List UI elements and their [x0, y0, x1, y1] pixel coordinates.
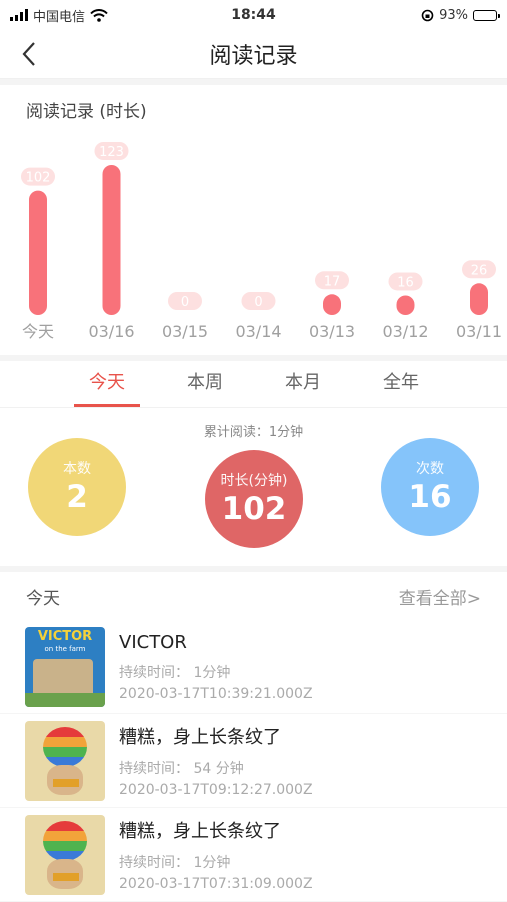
- books-value: 2: [66, 479, 88, 515]
- reading-timestamp: 2020-03-17T09:12:27.000Z: [119, 782, 313, 798]
- sessions-value: 16: [408, 479, 452, 515]
- x-tick-label: 03/16: [88, 322, 134, 341]
- x-tick-label: 03/15: [162, 322, 208, 341]
- reading-chart-card: 阅读记录 (时长) 102 今天 123 03/16 0 03/15 0 03/14 17 03/…: [0, 85, 507, 355]
- chevron-left-icon: [22, 42, 35, 66]
- chart-bar: [470, 283, 488, 315]
- duration-label: 时长(分钟): [220, 473, 288, 489]
- chart-bar: [323, 294, 341, 315]
- tab-year[interactable]: 全年: [352, 361, 450, 407]
- sessions-count-circle: 次数 16: [381, 438, 479, 536]
- period-tabs: 今天 本周 本月 全年: [0, 361, 507, 408]
- wifi-icon: [90, 8, 108, 22]
- reading-duration-chart: 102 今天 123 03/16 0 03/15 0 03/14 17 03/13 16 03/12 2…: [21, 142, 502, 341]
- data-label: 26: [471, 263, 488, 278]
- chart-bar: [396, 295, 415, 315]
- battery-icon: [473, 9, 500, 21]
- book-cover: VICTOR on the farm: [25, 626, 105, 707]
- page-title: 阅读记录: [209, 44, 298, 69]
- x-tick-label: 03/13: [309, 322, 355, 341]
- sessions-label: 次数: [416, 461, 444, 477]
- tab-today[interactable]: 今天: [58, 361, 156, 407]
- book-cover: [25, 814, 105, 895]
- duration-value: 102: [221, 491, 287, 527]
- data-label: 102: [26, 171, 51, 186]
- signal-icon: [10, 9, 28, 21]
- tab-month[interactable]: 本月: [254, 361, 352, 407]
- x-tick-label: 03/14: [235, 322, 281, 341]
- reading-timestamp: 2020-03-17T10:39:21.000Z: [119, 685, 313, 702]
- status-bar: 中国电信 18:44 93%: [0, 0, 507, 30]
- back-button[interactable]: [14, 38, 44, 70]
- orientation-lock-icon: [421, 9, 434, 21]
- chart-bar: [29, 190, 47, 315]
- data-label: 0: [254, 295, 262, 310]
- data-label: 123: [99, 145, 124, 160]
- books-count-circle: 本数 2: [28, 438, 126, 536]
- list-item[interactable]: 糟糕，身上长条纹了 持续时间： 54 分钟 2020-03-17T09:12:2…: [0, 714, 507, 808]
- x-tick-label: 03/12: [382, 322, 428, 341]
- duration-circle: 时长(分钟) 102: [205, 450, 303, 548]
- carrier-name: 中国电信: [33, 9, 86, 25]
- list-item[interactable]: VICTOR on the farm VICTOR 持续时间： 1分钟 2020…: [0, 620, 507, 714]
- reading-duration: 持续时间： 54 分钟: [119, 761, 244, 777]
- list-item[interactable]: 糟糕，身上长条纹了 持续时间： 1分钟 2020-03-17T07:31:09.…: [0, 808, 507, 902]
- data-label: 17: [324, 274, 341, 289]
- reading-duration: 持续时间： 1分钟: [119, 664, 231, 681]
- book-title: VICTOR: [119, 631, 187, 653]
- book-cover: [25, 720, 105, 801]
- x-tick-label: 今天: [22, 322, 54, 341]
- reading-duration: 持续时间： 1分钟: [119, 855, 231, 871]
- reading-summary: 累计阅读：1分钟 本数 2 时长(分钟) 102 次数 16: [0, 408, 507, 566]
- chart-bar: [102, 165, 121, 315]
- data-label: 0: [181, 295, 189, 310]
- cover-subtitle: on the farm: [44, 644, 86, 653]
- record-list-header: 今天 查看全部>: [0, 572, 507, 620]
- x-tick-label: 03/11: [456, 322, 502, 341]
- book-title: 糟糕，身上长条纹了: [119, 727, 281, 748]
- reading-timestamp: 2020-03-17T07:31:09.000Z: [119, 876, 313, 892]
- nav-bar: 阅读记录: [0, 30, 507, 79]
- view-all-link[interactable]: 查看全部>: [399, 584, 481, 609]
- list-heading: 今天: [26, 588, 60, 609]
- tab-week[interactable]: 本周: [156, 361, 254, 407]
- book-title: 糟糕，身上长条纹了: [119, 821, 281, 842]
- battery-percent: 93%: [439, 7, 468, 23]
- data-label: 16: [397, 275, 414, 290]
- cover-title: VICTOR: [37, 628, 93, 644]
- books-label: 本数: [63, 461, 91, 477]
